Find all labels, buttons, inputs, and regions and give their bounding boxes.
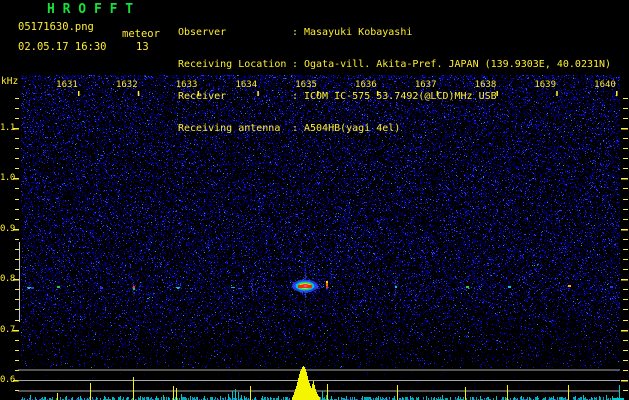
info-label: Observer — [178, 27, 227, 39]
info-label: Receiving Location — [178, 58, 287, 70]
freq-tick-label: 0.8 — [0, 274, 15, 285]
info-colon: : — [292, 90, 299, 102]
info-value: Ogata-vill. Akita-Pref. JAPAN (139.9303E… — [304, 58, 612, 70]
time-tick-label: 1639 — [534, 80, 557, 90]
time-tick-label: 1636 — [355, 80, 377, 90]
freq-tick-label: 0.6 — [0, 375, 15, 385]
info-label: Receiving antenna — [178, 122, 281, 134]
mode-label: meteor — [122, 28, 160, 40]
freq-tick-label: 1.1 — [0, 123, 15, 133]
time-tick-label: 1637 — [414, 80, 437, 90]
freq-tick-label: 0.9 — [0, 223, 15, 234]
info-colon: : — [292, 27, 299, 39]
freq-tick-label: 0.7 — [0, 324, 15, 335]
info-colon: : — [292, 58, 299, 70]
info-row-receiver: Receiver: ICOM IC-575 53.7492(@LCD)MHz US… — [178, 90, 611, 103]
meteor-count-label: 13 — [136, 41, 149, 53]
info-value: A504HB(yagi 4el) — [304, 122, 401, 134]
info-row-antenna: Receiving antenna: A504HB(yagi 4el) — [178, 122, 611, 135]
freq-axis-unit: kHz — [1, 76, 19, 87]
info-value: Masayuki Kobayashi — [304, 27, 413, 39]
hrofft-spectrogram-window: H R O F F T 05171630.png meteor 02.05.17… — [0, 0, 629, 400]
info-value: ICOM IC-575 53.7492(@LCD)MHz USB — [304, 90, 497, 102]
time-tick-label: 1633 — [175, 80, 198, 90]
time-tick-label: 1638 — [474, 80, 497, 90]
app-title: H R O F F T — [47, 2, 134, 17]
time-tick-label: 1640 — [594, 80, 616, 90]
info-label: Receiver — [178, 90, 227, 102]
datetime-label: 02.05.17 16:30 — [18, 41, 107, 53]
freq-tick-label: 1.0 — [0, 173, 15, 184]
info-row-observer: Observer: Masayuki Kobayashi — [178, 28, 611, 39]
time-tick-label: 1631 — [56, 80, 78, 90]
time-tick-label: 1632 — [115, 80, 138, 90]
time-tick-label: 1634 — [235, 80, 258, 90]
time-tick-label: 1635 — [295, 80, 317, 90]
filename-label: 05171630.png — [18, 21, 94, 33]
info-colon: : — [292, 122, 299, 134]
info-row-location: Receiving Location: Ogata-vill. Akita-Pre… — [178, 58, 612, 71]
